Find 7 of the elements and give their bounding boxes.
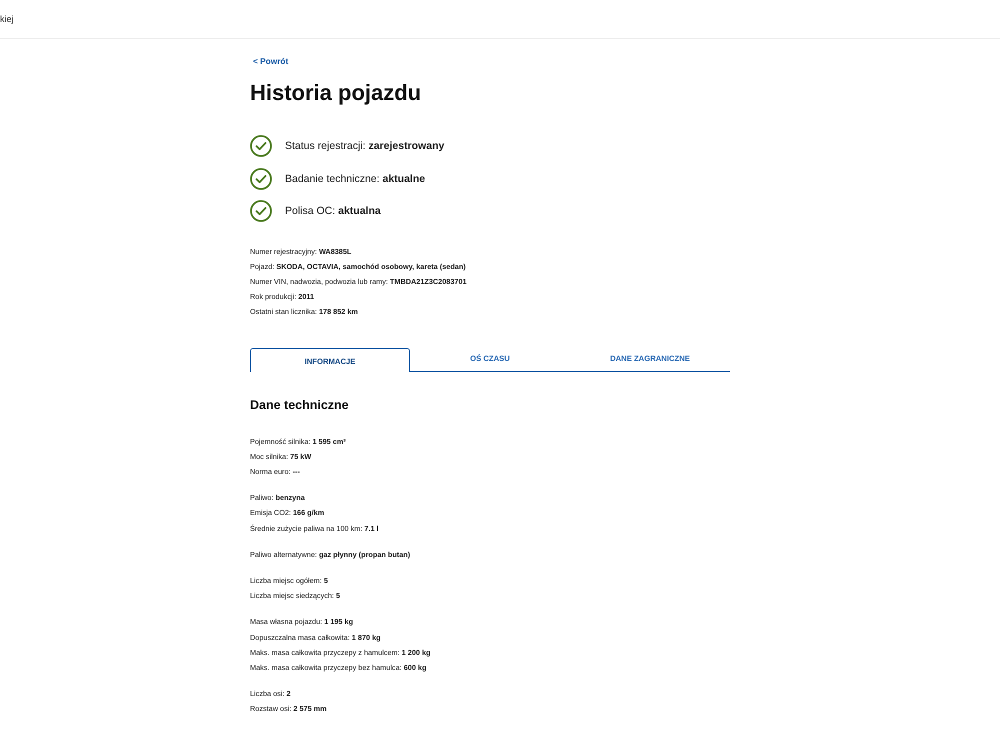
section-title: Dane techniczne: [250, 396, 350, 413]
page-title: Historia pojazdu: [250, 80, 422, 106]
header-text: kiej: [0, 14, 14, 24]
back-link[interactable]: < Powrót: [253, 56, 288, 66]
status-text: Status rejestracji: zarejestrowany: [285, 140, 444, 152]
status-text: Badanie techniczne: aktualne: [285, 172, 426, 185]
status-text: Polisa OC: aktualna: [285, 205, 381, 218]
